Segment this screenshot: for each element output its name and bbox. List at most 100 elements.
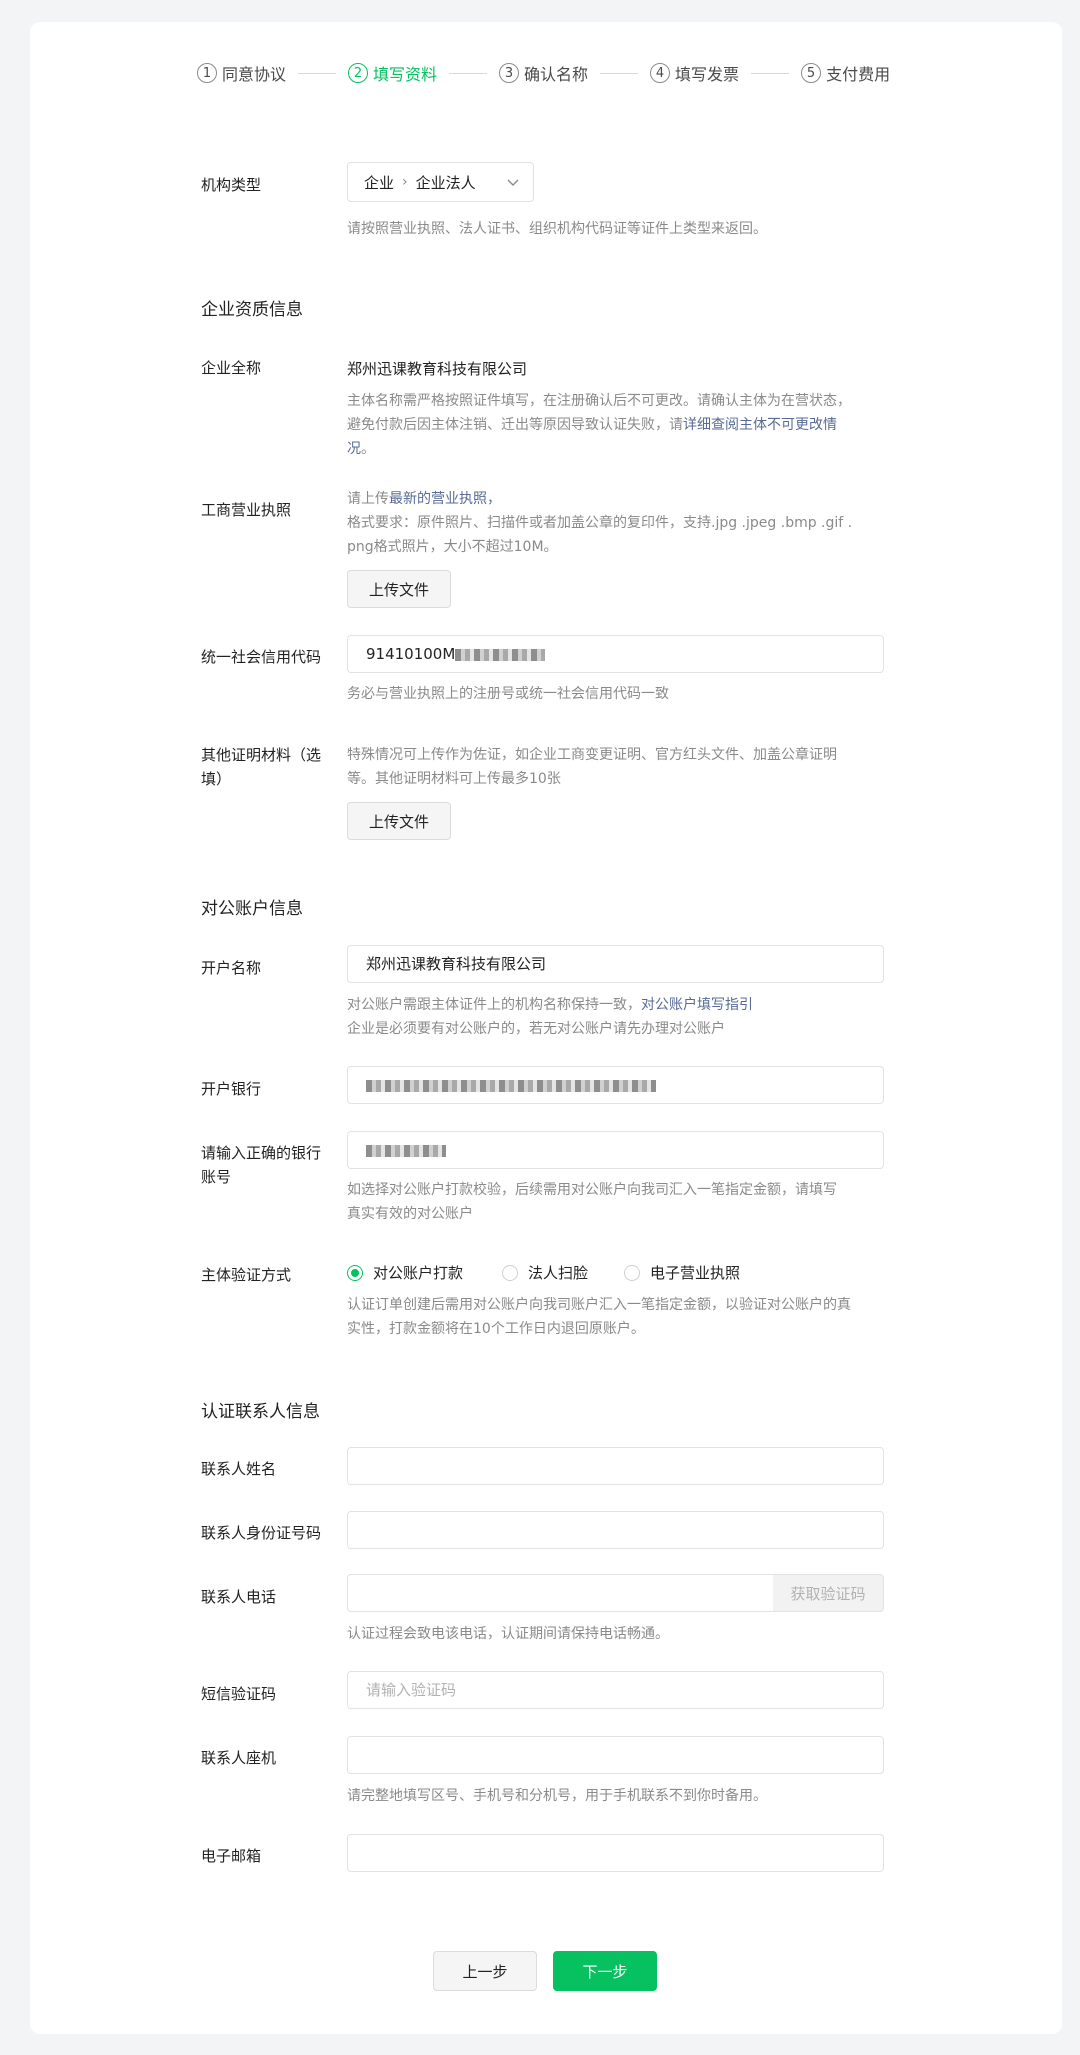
next-step-button[interactable]: 下一步 — [553, 1951, 657, 1991]
upload-other-docs-button[interactable]: 上传文件 — [347, 802, 451, 840]
contact-id-label: 联系人身份证号码 — [201, 1524, 322, 1542]
step-label: 填写资料 — [373, 65, 438, 84]
org-type-level2: 企业法人 — [415, 173, 476, 192]
sms-code-placeholder: 请输入验证码 — [366, 1681, 457, 1699]
bank-label: 开户银行 — [201, 1080, 262, 1098]
redacted-mask — [366, 1079, 656, 1092]
full-name-label: 企业全称 — [201, 359, 262, 377]
help-line: 等。其他证明材料可上传最多10张 — [347, 771, 561, 787]
org-type-select[interactable]: 企业 › 企业法人 — [347, 162, 534, 202]
contact-phone-input[interactable] — [347, 1574, 774, 1612]
credit-code-input[interactable]: 91410100M — [347, 635, 884, 673]
account-number-input[interactable] — [347, 1131, 884, 1169]
step-number: 2 — [348, 63, 369, 83]
step-label: 支付费用 — [826, 65, 891, 84]
label-line: 填） — [201, 770, 232, 788]
redacted-mask — [366, 1144, 446, 1157]
chevron-right-icon: › — [402, 174, 408, 190]
immutable-subject-link[interactable]: 详细查阅主体不可更改情 — [683, 417, 837, 433]
step-payment: 5 支付费用 — [801, 61, 890, 85]
step-label: 填写发票 — [675, 65, 740, 84]
account-number-help: 如选择对公账户打款校验，后续需用对公账户向我司汇入一笔指定金额，请填写 真实有效… — [347, 1178, 907, 1226]
radio-e-license[interactable]: 电子营业执照 — [624, 1262, 740, 1283]
prev-step-button[interactable]: 上一步 — [433, 1951, 537, 1991]
sms-code-label: 短信验证码 — [201, 1685, 277, 1703]
verify-method-label: 主体验证方式 — [201, 1266, 292, 1284]
license-label: 工商营业执照 — [201, 501, 292, 519]
radio-corporate-transfer[interactable]: 对公账户打款 — [347, 1262, 463, 1283]
progress-stepper: 1 同意协议 2 填写资料 3 确认名称 4 填写发票 5 支付费用 — [197, 60, 890, 86]
landline-label: 联系人座机 — [201, 1749, 277, 1767]
help-text: ， — [487, 491, 501, 507]
label-line: 请输入正确的银行 — [201, 1144, 322, 1162]
contact-phone-help: 认证过程会致电该电话，认证期间请保持电话畅通。 — [347, 1626, 669, 1642]
radio-unchecked-icon — [502, 1264, 518, 1281]
step-divider — [751, 72, 790, 74]
help-text: 。 — [361, 441, 375, 457]
contact-name-input[interactable] — [347, 1447, 884, 1485]
account-number-label: 请输入正确的银行 账号 — [201, 1141, 331, 1189]
help-line: 避免付款后因主体注销、迁出等原因导致认证失败，请详细查阅主体不可更改情 — [347, 413, 897, 437]
help-text: 避免付款后因主体注销、迁出等原因导致认证失败，请 — [347, 417, 683, 433]
help-line: 真实有效的对公账户 — [347, 1206, 473, 1222]
help-text: 请上传 — [347, 491, 389, 507]
org-type-level1: 企业 — [364, 173, 395, 192]
account-name-label: 开户名称 — [201, 959, 262, 977]
full-name-help: 主体名称需严格按照证件填写，在注册确认后不可更改。请确认主体为在营状态， 避免付… — [347, 389, 897, 461]
sms-code-input[interactable]: 请输入验证码 — [347, 1671, 884, 1709]
step-divider — [600, 72, 639, 74]
account-name-help: 对公账户需跟主体证件上的机构名称保持一致，对公账户填写指引 企业是必须要有对公账… — [347, 993, 907, 1041]
radio-unchecked-icon — [624, 1264, 640, 1281]
step-number: 5 — [801, 63, 822, 83]
get-code-button[interactable]: 获取验证码 — [773, 1574, 884, 1612]
org-type-label: 机构类型 — [201, 176, 262, 194]
other-docs-label: 其他证明材料（选 填） — [201, 743, 331, 791]
step-divider — [298, 72, 337, 74]
credit-code-value: 91410100M — [366, 645, 456, 663]
qualification-section-title: 企业资质信息 — [201, 300, 303, 320]
step-confirm-name: 3 确认名称 — [499, 61, 588, 85]
help-line: 请上传最新的营业执照， — [347, 487, 907, 511]
email-input[interactable] — [347, 1834, 884, 1872]
landline-input[interactable] — [347, 1736, 884, 1774]
step-divider — [449, 72, 488, 74]
label-line: 账号 — [201, 1168, 232, 1186]
account-name-input[interactable]: 郑州迅课教育科技有限公司 — [347, 945, 884, 983]
label-line: 其他证明材料（选 — [201, 746, 322, 764]
help-line: 如选择对公账户打款校验，后续需用对公账户向我司汇入一笔指定金额，请填写 — [347, 1182, 837, 1198]
step-label: 同意协议 — [222, 65, 287, 84]
step-label: 确认名称 — [524, 65, 589, 84]
step-number: 4 — [650, 63, 671, 83]
immutable-subject-link-cont[interactable]: 况 — [347, 441, 361, 457]
help-line: 企业是必须要有对公账户的，若无对公账户请先办理对公账户 — [347, 1021, 725, 1037]
latest-license-link[interactable]: 最新的营业执照 — [389, 491, 487, 507]
help-line: 主体名称需严格按照证件填写，在注册确认后不可更改。请确认主体为在营状态， — [347, 393, 851, 409]
radio-checked-icon — [347, 1264, 363, 1281]
contact-phone-label: 联系人电话 — [201, 1588, 277, 1606]
help-line: 格式要求：原件照片、扫描件或者加盖公章的复印件，支持.jpg .jpeg .bm… — [347, 515, 853, 531]
radio-label: 电子营业执照 — [650, 1264, 741, 1282]
step-number: 3 — [499, 63, 520, 83]
step-invoice: 4 填写发票 — [650, 61, 739, 85]
radio-label: 对公账户打款 — [373, 1264, 464, 1282]
license-help: 请上传最新的营业执照， 格式要求：原件照片、扫描件或者加盖公章的复印件，支持.j… — [347, 487, 907, 559]
help-line: 况。 — [347, 437, 897, 461]
chevron-down-icon — [507, 179, 519, 186]
account-guide-link[interactable]: 对公账户填写指引 — [641, 997, 753, 1013]
account-section-title: 对公账户信息 — [201, 899, 303, 919]
step-number: 1 — [197, 63, 217, 83]
landline-help: 请完整地填写区号、手机号和分机号，用于手机联系不到你时备用。 — [347, 1788, 767, 1804]
email-label: 电子邮箱 — [201, 1847, 262, 1865]
contact-id-input[interactable] — [347, 1511, 884, 1549]
upload-license-button[interactable]: 上传文件 — [347, 570, 451, 608]
help-line: png格式照片，大小不超过10M。 — [347, 539, 558, 555]
radio-legal-face-scan[interactable]: 法人扫脸 — [502, 1262, 588, 1283]
verify-method-help: 认证订单创建后需用对公账户向我司账户汇入一笔指定金额，以验证对公账户的真 实性，… — [347, 1293, 907, 1341]
other-docs-help: 特殊情况可上传作为佐证，如企业工商变更证明、官方红头文件、加盖公章证明 等。其他… — [347, 743, 907, 791]
step-fill-info: 2 填写资料 — [348, 61, 437, 85]
contact-section-title: 认证联系人信息 — [201, 1402, 320, 1422]
credit-code-label: 统一社会信用代码 — [201, 648, 322, 666]
bank-input[interactable] — [347, 1066, 884, 1104]
redacted-mask — [455, 648, 546, 661]
help-line: 实性，打款金额将在10个工作日内退回原账户。 — [347, 1321, 645, 1337]
